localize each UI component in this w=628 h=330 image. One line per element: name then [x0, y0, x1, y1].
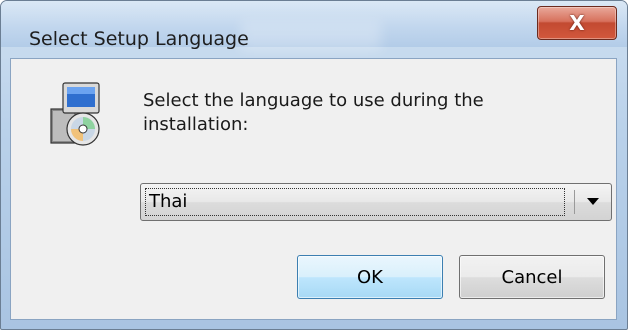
selected-language: Thai [149, 191, 188, 212]
title-bar-glass [241, 21, 381, 51]
setup-language-dialog: Select Setup Language X Select the langu… [0, 0, 628, 330]
title-bar[interactable]: Select Setup Language X [1, 1, 627, 51]
dialog-prompt: Select the language to use during the in… [143, 90, 484, 135]
setup-computer-disc-icon [50, 82, 100, 146]
chevron-down-icon[interactable] [587, 198, 599, 205]
ok-button[interactable]: OK [297, 255, 443, 299]
dialog-client-area: Select the language to use during the in… [10, 58, 617, 320]
cancel-button[interactable]: Cancel [459, 255, 605, 299]
window-title: Select Setup Language [29, 28, 249, 50]
close-button[interactable]: X [537, 6, 617, 40]
language-select[interactable]: Thai [140, 183, 612, 221]
select-divider [574, 190, 575, 214]
close-icon: X [569, 11, 585, 35]
select-focus-ring [145, 188, 565, 216]
